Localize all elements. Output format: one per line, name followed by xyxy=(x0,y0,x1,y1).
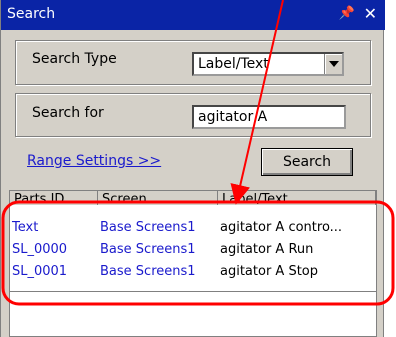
results-table: Parts ID Screen Label/Text Text Base Scr… xyxy=(9,190,377,337)
table-row[interactable]: Text Base Screens1 agitator A contro... xyxy=(10,217,376,238)
label-text-cell: agitator A Stop xyxy=(220,264,319,279)
search-input[interactable] xyxy=(192,105,346,129)
search-type-dropdown[interactable]: Label/Text xyxy=(192,52,344,76)
search-type-group: Search Type Label/Text xyxy=(15,40,371,85)
search-panel: Search 📌 ✕ Search Type Label/Text Search… xyxy=(0,0,385,337)
chevron-down-icon xyxy=(329,61,339,67)
screen-cell: Base Screens1 xyxy=(100,242,196,257)
table-row[interactable]: SL_0000 Base Screens1 agitator A Run xyxy=(10,239,376,260)
column-header-screen[interactable]: Screen xyxy=(98,191,218,205)
search-type-value: Label/Text xyxy=(198,56,269,72)
search-for-label: Search for xyxy=(32,105,104,121)
dropdown-button[interactable] xyxy=(324,54,342,74)
screen-cell: Base Screens1 xyxy=(100,220,196,235)
parts-id-cell: SL_0001 xyxy=(12,264,68,279)
screen-cell: Base Screens1 xyxy=(100,264,196,279)
range-settings-link[interactable]: Range Settings >> xyxy=(27,153,161,169)
row-divider xyxy=(10,291,376,292)
column-header-label-text[interactable]: Label/Text xyxy=(218,191,376,205)
search-button[interactable]: Search xyxy=(261,148,353,176)
label-text-cell: agitator A contro... xyxy=(220,220,343,235)
title-bar: Search 📌 ✕ xyxy=(1,0,385,30)
table-row[interactable]: SL_0001 Base Screens1 agitator A Stop xyxy=(10,261,376,282)
table-header: Parts ID Screen Label/Text xyxy=(10,191,376,205)
column-header-parts-id[interactable]: Parts ID xyxy=(10,191,98,205)
search-for-group: Search for xyxy=(15,93,371,137)
search-type-label: Search Type xyxy=(32,51,117,67)
parts-id-cell: Text xyxy=(12,220,39,235)
pin-icon[interactable]: 📌 xyxy=(339,6,355,21)
panel-title: Search xyxy=(7,6,56,22)
parts-id-cell: SL_0000 xyxy=(12,242,68,257)
close-icon[interactable]: ✕ xyxy=(364,4,377,23)
label-text-cell: agitator A Run xyxy=(220,242,314,257)
